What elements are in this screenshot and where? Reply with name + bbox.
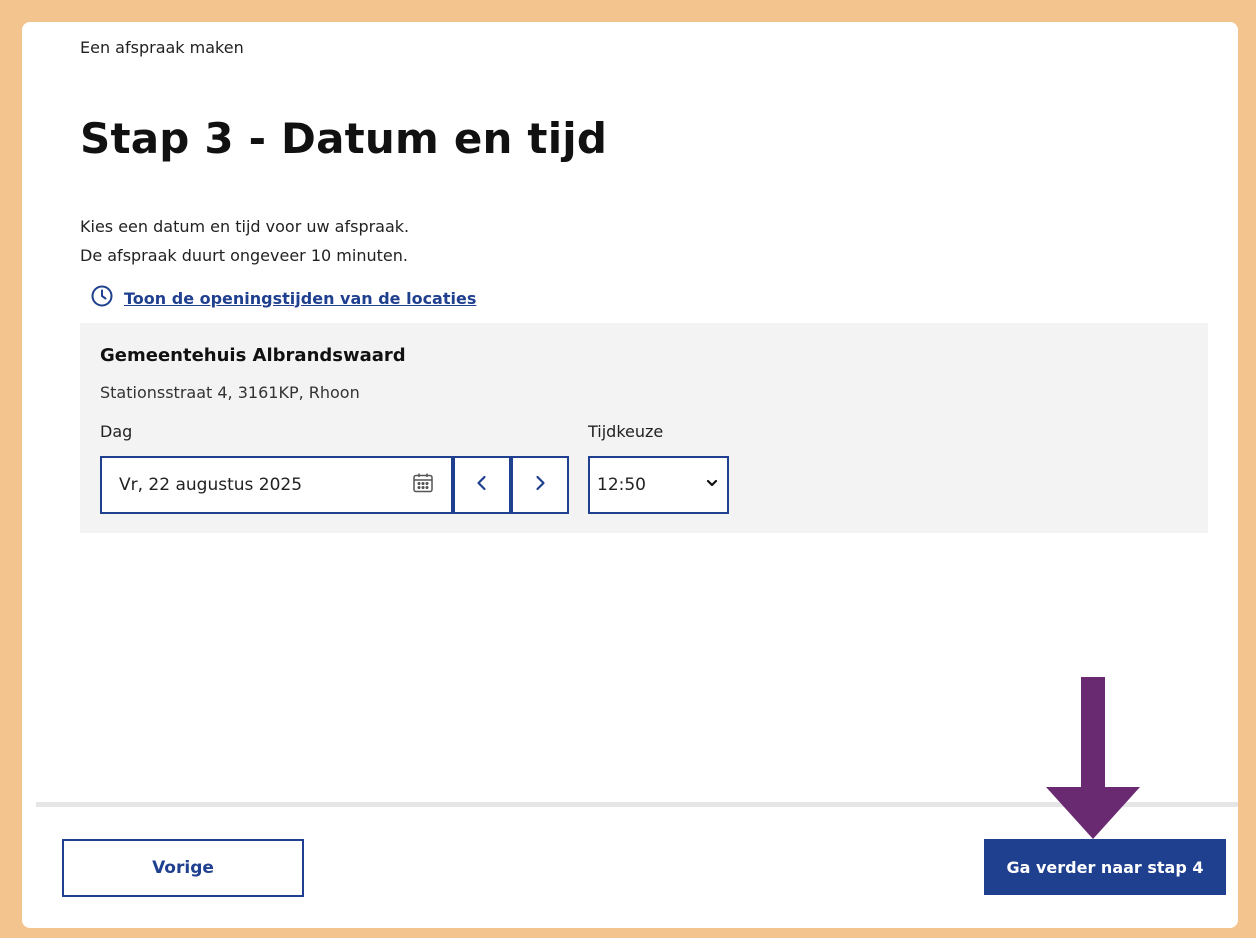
time-label: Tijdkeuze [588,422,664,441]
day-label: Dag [100,422,133,441]
intro-line-2: De afspraak duurt ongeveer 10 minuten. [80,246,408,265]
next-step-button[interactable]: Ga verder naar stap 4 [984,839,1226,895]
chevron-right-icon [530,473,550,497]
location-address: Stationsstraat 4, 3161KP, Rhoon [100,383,360,402]
chevron-down-icon [705,475,719,495]
previous-day-button[interactable] [453,456,511,514]
annotation-arrow-icon [1046,677,1140,839]
clock-icon [90,284,114,312]
date-input[interactable]: Vr, 22 augustus 2025 [100,456,453,514]
page-frame: Een afspraak maken Stap 3 - Datum en tij… [22,22,1238,928]
opening-hours-link[interactable]: Toon de openingstijden van de locaties [90,284,476,312]
time-select[interactable]: 12:50 [588,456,729,514]
location-panel: Gemeentehuis Albrandswaard Stationsstraa… [80,323,1208,533]
time-select-value: 12:50 [597,475,646,495]
next-day-button[interactable] [511,456,569,514]
intro-text: Kies een datum en tijd voor uw afspraak.… [80,212,409,270]
page-title: Stap 3 - Datum en tijd [80,114,608,163]
calendar-icon[interactable] [411,471,435,500]
intro-line-1: Kies een datum en tijd voor uw afspraak. [80,217,410,236]
location-name: Gemeentehuis Albrandswaard [100,345,406,366]
chevron-left-icon [472,473,492,497]
previous-step-button[interactable]: Vorige [62,839,304,897]
breadcrumb: Een afspraak maken [80,38,244,57]
opening-hours-link-label: Toon de openingstijden van de locaties [124,288,477,308]
date-input-value: Vr, 22 augustus 2025 [119,475,303,495]
